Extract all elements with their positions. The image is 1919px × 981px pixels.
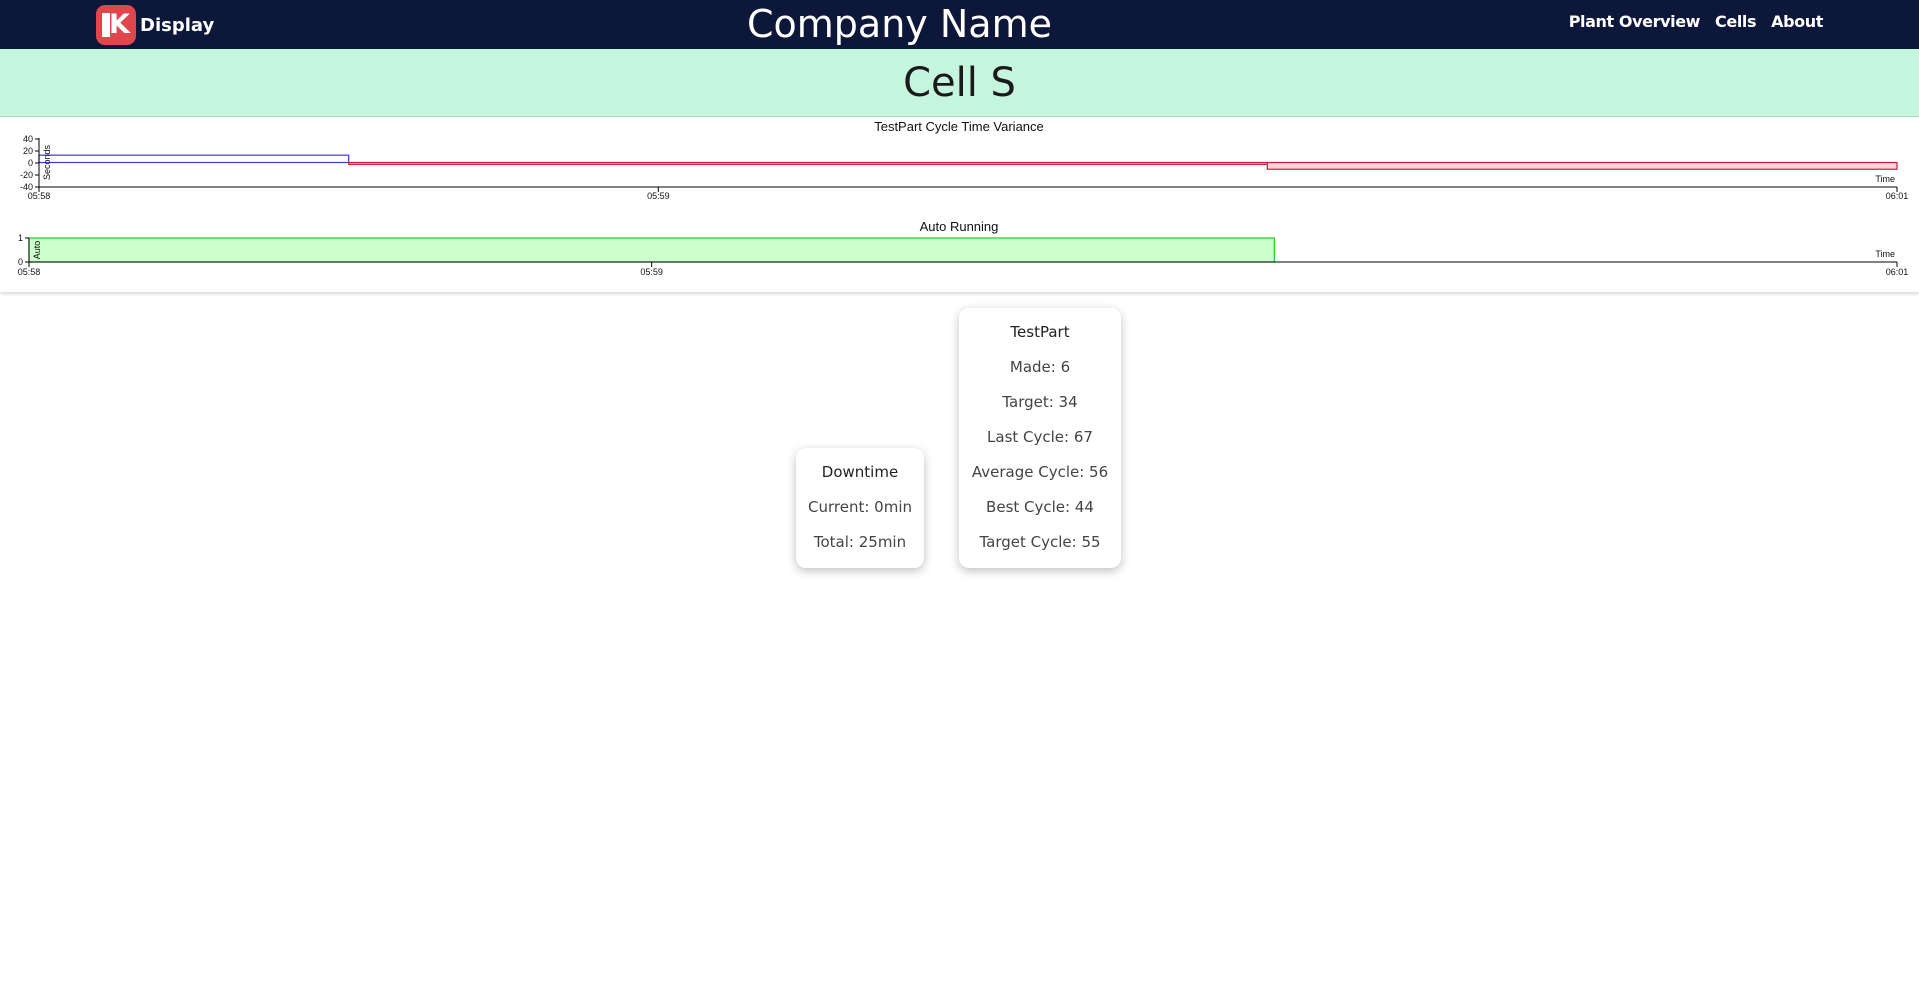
x-axis-label: Time bbox=[1875, 174, 1895, 184]
part-title: TestPart bbox=[1010, 323, 1070, 341]
logo-link[interactable]: K Display bbox=[96, 5, 214, 45]
part-target-cycle: Target Cycle: 55 bbox=[979, 533, 1101, 551]
y-tick-label: 1 bbox=[18, 233, 23, 243]
auto-running-bar-0 bbox=[28, 237, 1275, 263]
nav-link-cells[interactable]: Cells bbox=[1715, 12, 1756, 32]
x-tick-label: 05:58 bbox=[18, 267, 41, 277]
part-average-cycle: Average Cycle: 56 bbox=[971, 463, 1109, 481]
part-best-cycle: Best Cycle: 44 bbox=[986, 498, 1094, 516]
downtime-total: Total: 25min bbox=[813, 533, 907, 551]
navbar: K Display Company Name Plant Overview Ce… bbox=[0, 0, 1919, 49]
downtime-card: Downtime Current: 0min Total: 25min bbox=[796, 448, 924, 568]
y-axis-label: Seconds bbox=[42, 144, 52, 180]
downtime-title: Downtime bbox=[821, 463, 899, 481]
variance-step-2 bbox=[1266, 161, 1898, 170]
x-tick-label: 06:01 bbox=[1886, 267, 1909, 277]
nav-link-about[interactable]: About bbox=[1771, 12, 1823, 32]
chart-title: Auto Running bbox=[920, 219, 999, 234]
variance-step-0 bbox=[38, 154, 350, 164]
logo-glyph: K bbox=[109, 9, 130, 40]
logo-text: Display bbox=[140, 14, 215, 36]
y-tick-label: 40 bbox=[23, 134, 33, 144]
part-card: TestPart Made: 6 Target: 34 Last Cycle: … bbox=[959, 308, 1121, 568]
nav-link-plant-overview[interactable]: Plant Overview bbox=[1569, 12, 1701, 32]
chart-title: TestPart Cycle Time Variance bbox=[874, 119, 1044, 134]
logo-icon: K bbox=[96, 5, 136, 45]
x-tick-label: 06:01 bbox=[1886, 191, 1909, 201]
nav-links: Plant Overview Cells About bbox=[1554, 12, 1824, 32]
y-axis-label: Auto bbox=[32, 241, 42, 260]
company-name: Company Name bbox=[747, 2, 1052, 46]
variance-step-1 bbox=[348, 161, 1268, 165]
part-target: Target: 34 bbox=[1002, 393, 1078, 411]
x-tick-label: 05:58 bbox=[28, 191, 51, 201]
part-last-cycle: Last Cycle: 67 bbox=[987, 428, 1093, 446]
charts-svg: TestPart Cycle Time Variance40200-20-400… bbox=[18, 119, 1909, 277]
y-tick-label: -20 bbox=[20, 170, 33, 180]
x-tick-label: 05:59 bbox=[640, 267, 663, 277]
y-tick-label: 20 bbox=[23, 146, 33, 156]
y-tick-label: 0 bbox=[28, 158, 33, 168]
y-tick-label: 0 bbox=[18, 257, 23, 267]
charts-panel: TestPart Cycle Time Variance 40 20 0 -20 -40 0… bbox=[0, 117, 1919, 292]
part-made: Made: 6 bbox=[1009, 358, 1071, 376]
cell-title: Cell S bbox=[0, 49, 1919, 117]
x-axis-label: Time bbox=[1875, 249, 1895, 259]
x-tick-label: 05:59 bbox=[647, 191, 670, 201]
downtime-current: Current: 0min bbox=[808, 498, 912, 516]
